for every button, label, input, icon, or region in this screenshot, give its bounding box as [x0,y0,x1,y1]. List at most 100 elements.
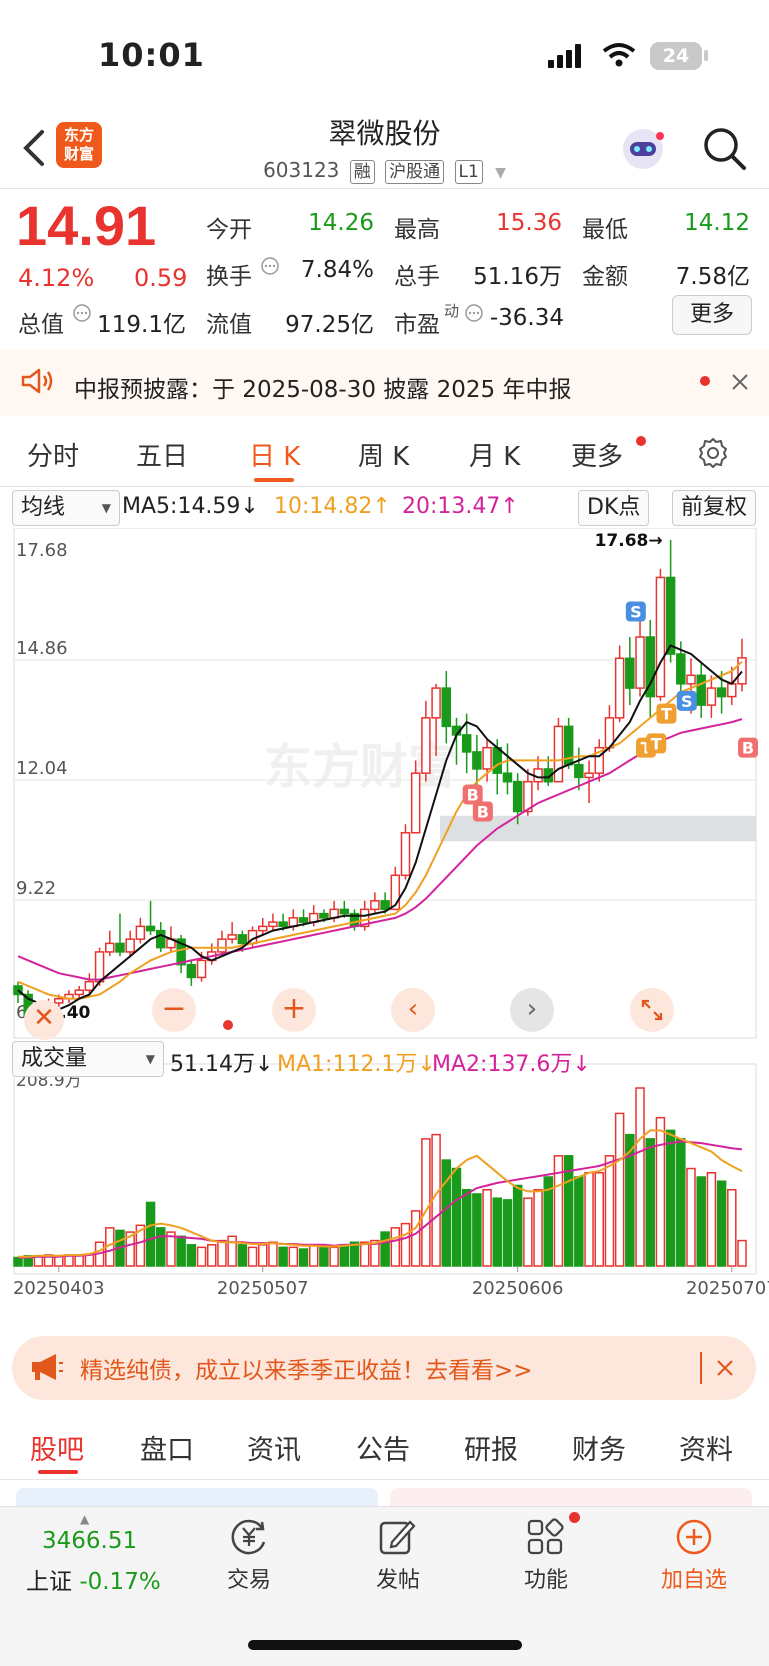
volume-bar [665,1129,676,1267]
tag-level: L1 [454,160,483,184]
volume-bar [686,1167,696,1267]
candle-body [696,674,706,706]
trade-yen-icon[interactable] [228,1518,272,1556]
more-stats-button[interactable]: 更多 [672,295,752,335]
volume-readout: 51.14万↓ [170,1046,273,1078]
tab-five-day[interactable]: 五日 [136,436,188,473]
nav-trade[interactable]: 交易 [189,1562,309,1594]
candle-body [380,900,390,911]
info-icon[interactable] [72,303,92,323]
tag-margin: 融 [349,160,375,184]
forum-card-pink [390,1488,752,1506]
volume-bar [492,1197,503,1267]
nav-post[interactable]: 发帖 [338,1562,458,1594]
kline-chart[interactable]: 东方财富17.6814.8612.049.226.4017.68→←6.40BB… [0,528,769,1308]
tab-research[interactable]: 研报 [464,1428,518,1467]
signal-icon [548,44,581,68]
search-icon[interactable] [700,124,748,172]
candle-body [461,734,472,753]
ma5-value: MA5:14.59 [122,494,241,519]
speaker-icon [21,368,53,394]
candle-body [686,674,696,685]
robot-assistant-icon[interactable] [618,124,668,174]
apps-grid-icon[interactable] [526,1518,566,1556]
info-icon[interactable] [260,256,280,276]
tab-weekly-k[interactable]: 周 K [358,436,409,473]
fullscreen-icon[interactable] [630,988,674,1032]
volume-indicator-label: 成交量 [21,1046,88,1071]
crosshair-button[interactable]: ✕ [24,1000,64,1040]
zoom-in-button[interactable]: + [272,988,316,1032]
x-tick-label: 20250403 [13,1278,105,1299]
stat-label-volume: 总手 [394,264,440,290]
ma20-value: 20:13.47 [402,494,501,519]
volume-ma1-readout: MA1:112.1万↓ [277,1046,436,1078]
candle-body [421,717,431,774]
stat-value-pe: -36.34 [489,305,564,331]
tab-daily-k[interactable]: 日 K [249,436,300,473]
volume-bar [584,1172,594,1267]
tab-intraday[interactable]: 分时 [27,436,79,473]
volume-arrow: ↓ [254,1052,274,1077]
x-tick-label: 20250507 [217,1278,309,1299]
change-amount: 0.59 [134,264,188,292]
volume-bar [451,1167,462,1267]
volume-bar [655,1116,666,1267]
tab-news[interactable]: 资讯 [247,1428,301,1467]
settings-gear-icon[interactable] [696,436,730,470]
scroll-left-button[interactable]: ‹ [391,988,435,1032]
candle-body [584,772,594,779]
zoom-out-button[interactable]: − [152,988,196,1032]
volume-bar [482,1188,492,1267]
candle-body [676,653,686,685]
index-value[interactable]: 3466.51 [42,1528,137,1554]
scroll-right-button[interactable]: › [510,988,554,1032]
tab-finance[interactable]: 财务 [572,1428,626,1467]
volume-bar [359,1241,370,1267]
volume-bar [217,1239,227,1267]
compose-icon[interactable] [378,1518,418,1556]
dk-points-button[interactable]: DK点 [578,490,650,526]
nav-add-watchlist[interactable]: 加自选 [634,1562,754,1594]
candle-body [145,925,156,932]
ma10-arrow: ↑ [372,494,391,519]
adjust-mode-button[interactable]: 前复权 [672,490,757,526]
candle-body [115,942,125,953]
current-price: 14.91 [16,194,157,257]
volume-bar [176,1235,186,1267]
expand-up-icon[interactable]: ▲ [80,1512,89,1526]
close-icon[interactable] [716,1359,734,1377]
ma20-arrow: ↑ [500,494,519,519]
volume-bar [574,1176,584,1267]
index-ticker[interactable]: 上证 -0.17% [26,1562,161,1596]
index-change: -0.17% [79,1569,161,1595]
tab-announcements[interactable]: 公告 [356,1428,410,1467]
volume-ma2-readout: MA2:137.6万↓ [432,1046,591,1078]
volume-bar [523,1197,533,1267]
volume-indicator-select[interactable]: 成交量 ▼ [12,1041,164,1077]
change-percent: 4.12% [18,264,95,292]
candle-body [156,929,166,949]
price-tick-label: 12.04 [16,758,68,779]
tab-forum[interactable]: 股吧 [30,1428,84,1467]
add-circle-icon[interactable] [674,1518,714,1556]
info-icon[interactable] [464,303,484,323]
close-icon[interactable] [731,373,749,391]
volume-panel: 208.9万20250403 20250507 20250606 20250707 [13,1063,769,1299]
tab-order-book[interactable]: 盘口 [140,1428,194,1467]
candle-body [635,636,645,689]
max-price-label: 17.68→ [595,531,663,551]
volume-bar [308,1244,319,1267]
candle-body [370,900,380,911]
stat-value-high: 15.36 [496,210,562,236]
indicator-select[interactable]: 均线 ▼ [12,490,120,526]
stat-value-volume: 51.16万 [473,264,562,290]
signal-marker-label: B [477,802,489,821]
stat-value-turnover: 7.84% [300,257,374,283]
tab-profile[interactable]: 资料 [679,1428,733,1467]
tab-monthly-k[interactable]: 月 K [469,436,520,473]
nav-functions[interactable]: 功能 [486,1562,606,1594]
candle-body [278,921,288,928]
tab-more[interactable]: 更多 [571,436,623,473]
ma10-readout: 10:14.82↑ [274,494,391,519]
